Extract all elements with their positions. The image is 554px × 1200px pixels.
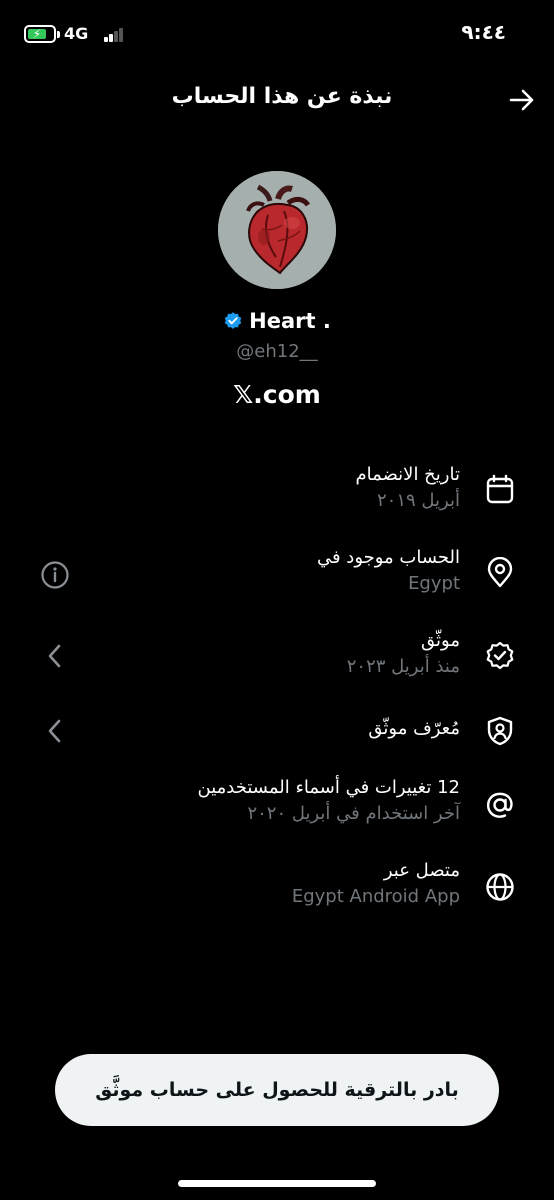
globe-icon [486,873,514,901]
battery-level: ⚡ [28,27,46,41]
name-row: Heart . [0,309,554,333]
verified-badge-icon [486,641,514,670]
location-row: الحساب موجود في Egypt [0,545,554,605]
network-label: 4G [64,24,89,43]
display-name: Heart . [249,309,331,333]
row-title: 12 تغييرات في أسماء المستخدمين [197,777,461,798]
join-date-text: تاريخ الانضمام أبريل ٢٠١٩ [356,462,460,514]
arrow-right-icon [509,89,534,111]
heart-image [218,171,336,289]
signal-icon [104,26,124,42]
row-title: متصل عبر [383,860,460,881]
verified-id-text: مُعرّف موثّق [368,716,460,742]
platform-text: 𝕏.com [233,380,321,409]
shield-user-icon [487,716,513,746]
platform-label: 𝕏.com [0,380,554,409]
battery-icon: ⚡ [24,25,56,43]
verified-badge-icon [224,312,242,329]
at-sign-icon [486,792,513,818]
username-handle: @eh12__ [236,341,318,362]
location-text: الحساب موجود في Egypt [317,545,460,597]
battery-nub [57,31,60,38]
row-subtitle: Egypt Android App [291,886,460,907]
username-changes-row: 12 تغييرات في أسماء المستخدمين آخر استخد… [0,775,554,835]
connected-via-row: متصل عبر Egypt Android App [0,858,554,918]
row-subtitle: أبريل ٢٠١٩ [377,490,460,511]
upgrade-verified-button[interactable]: بادر بالترقية للحصول على حساب موثَّق [55,1054,499,1126]
info-icon[interactable] [40,560,70,590]
avatar[interactable] [218,171,336,289]
chevron-left-icon [48,719,61,743]
location-pin-icon [487,557,513,588]
home-indicator[interactable] [178,1180,376,1187]
row-subtitle: Egypt [408,573,460,594]
row-title: مُعرّف موثّق [368,718,460,739]
join-date-row: تاريخ الانضمام أبريل ٢٠١٩ [0,462,554,522]
verified-id-row[interactable]: مُعرّف موثّق [0,712,554,752]
header: نبذة عن هذا الحساب [0,70,554,130]
row-title: موثّق [421,630,460,651]
calendar-icon [486,474,514,504]
row-subtitle: آخر استخدام في أبريل ٢٠٢٠ [247,803,460,824]
back-button[interactable] [504,82,540,118]
upgrade-button-label: بادر بالترقية للحصول على حساب موثَّق [95,1079,459,1101]
row-title: تاريخ الانضمام [355,464,460,485]
username-changes-text: 12 تغييرات في أسماء المستخدمين آخر استخد… [198,775,461,827]
clock: ٩:٤٤ [461,20,506,44]
connected-via-text: متصل عبر Egypt Android App [292,858,460,910]
verified-row[interactable]: موثّق منذ أبريل ٢٠٢٣ [0,628,554,688]
chevron-left-icon [48,644,61,668]
status-bar: ⚡ 4G ٩:٤٤ [0,0,554,70]
page-title: نبذة عن هذا الحساب [171,84,393,109]
row-title: الحساب موجود في [316,547,460,568]
row-subtitle: منذ أبريل ٢٠٢٣ [346,656,460,677]
verified-text: موثّق منذ أبريل ٢٠٢٣ [347,628,460,680]
